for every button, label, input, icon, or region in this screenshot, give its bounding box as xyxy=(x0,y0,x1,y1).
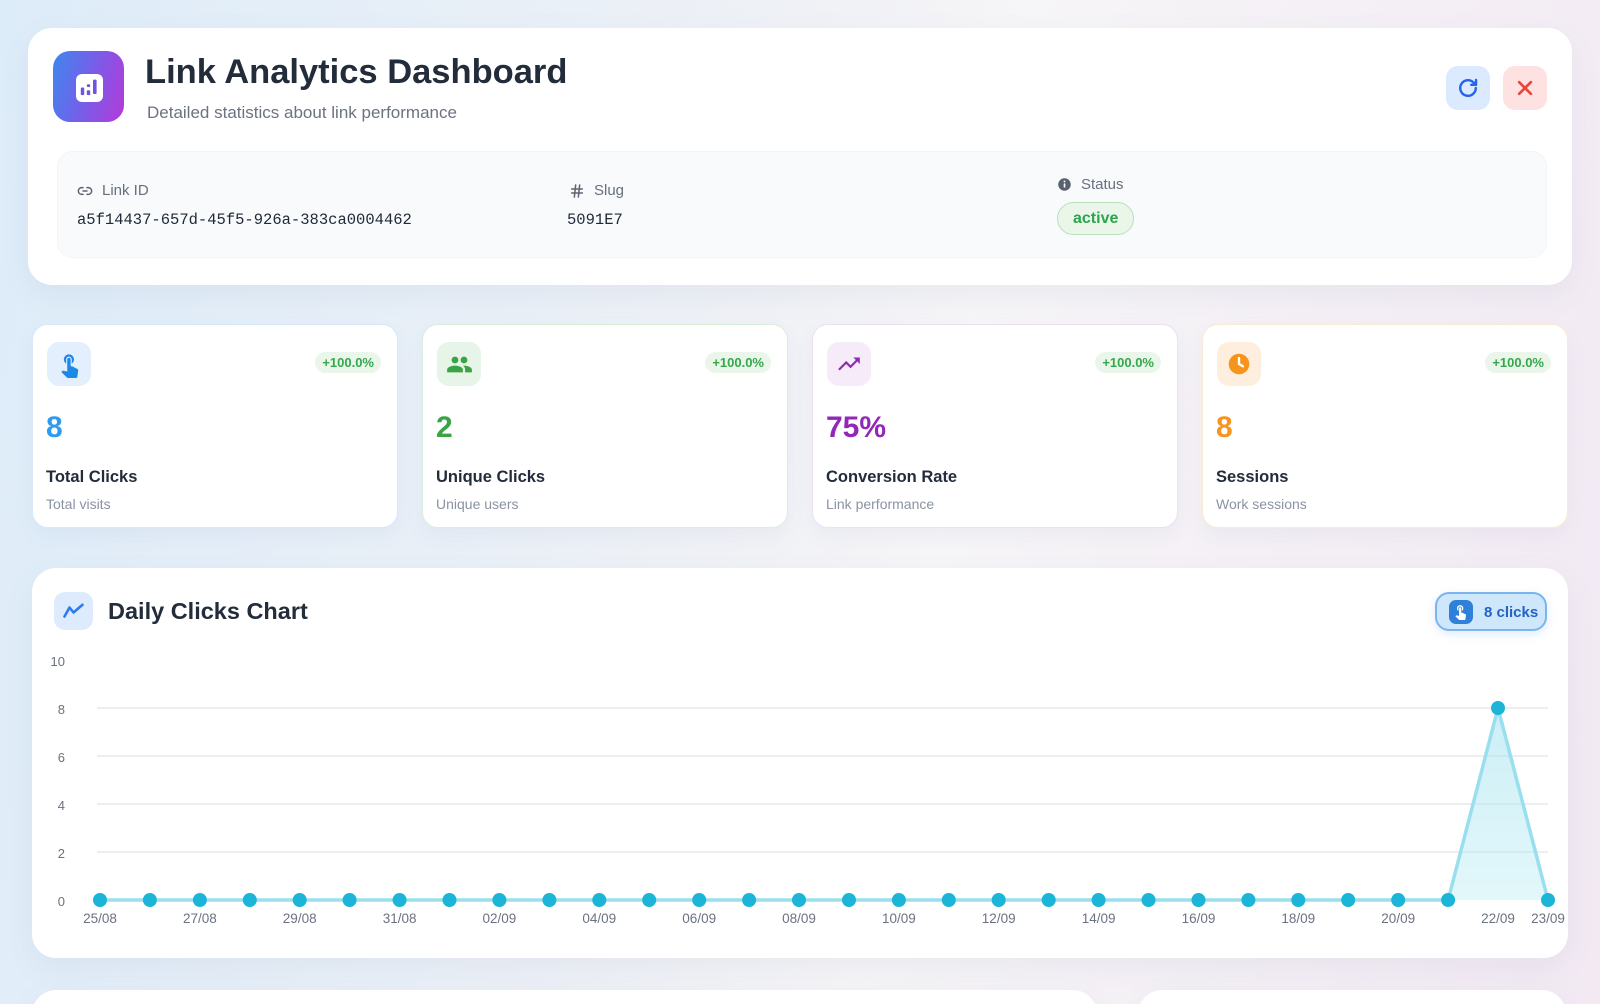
svg-text:16/09: 16/09 xyxy=(1182,911,1216,926)
svg-text:23/09: 23/09 xyxy=(1531,911,1565,926)
svg-text:12/09: 12/09 xyxy=(982,911,1016,926)
svg-text:2: 2 xyxy=(58,846,65,861)
svg-text:10/09: 10/09 xyxy=(882,911,916,926)
svg-text:04/09: 04/09 xyxy=(582,911,616,926)
svg-text:18/09: 18/09 xyxy=(1281,911,1315,926)
svg-text:27/08: 27/08 xyxy=(183,911,217,926)
svg-text:14/09: 14/09 xyxy=(1082,911,1116,926)
svg-text:6: 6 xyxy=(58,750,65,765)
svg-text:10: 10 xyxy=(51,654,65,669)
svg-text:22/09: 22/09 xyxy=(1481,911,1515,926)
svg-text:08/09: 08/09 xyxy=(782,911,816,926)
svg-text:20/09: 20/09 xyxy=(1381,911,1415,926)
svg-text:31/08: 31/08 xyxy=(383,911,417,926)
svg-text:02/09: 02/09 xyxy=(483,911,517,926)
svg-text:0: 0 xyxy=(58,894,65,909)
svg-text:06/09: 06/09 xyxy=(682,911,716,926)
svg-text:4: 4 xyxy=(58,798,65,813)
svg-text:25/08: 25/08 xyxy=(83,911,117,926)
svg-text:29/08: 29/08 xyxy=(283,911,317,926)
svg-text:8: 8 xyxy=(58,702,65,717)
